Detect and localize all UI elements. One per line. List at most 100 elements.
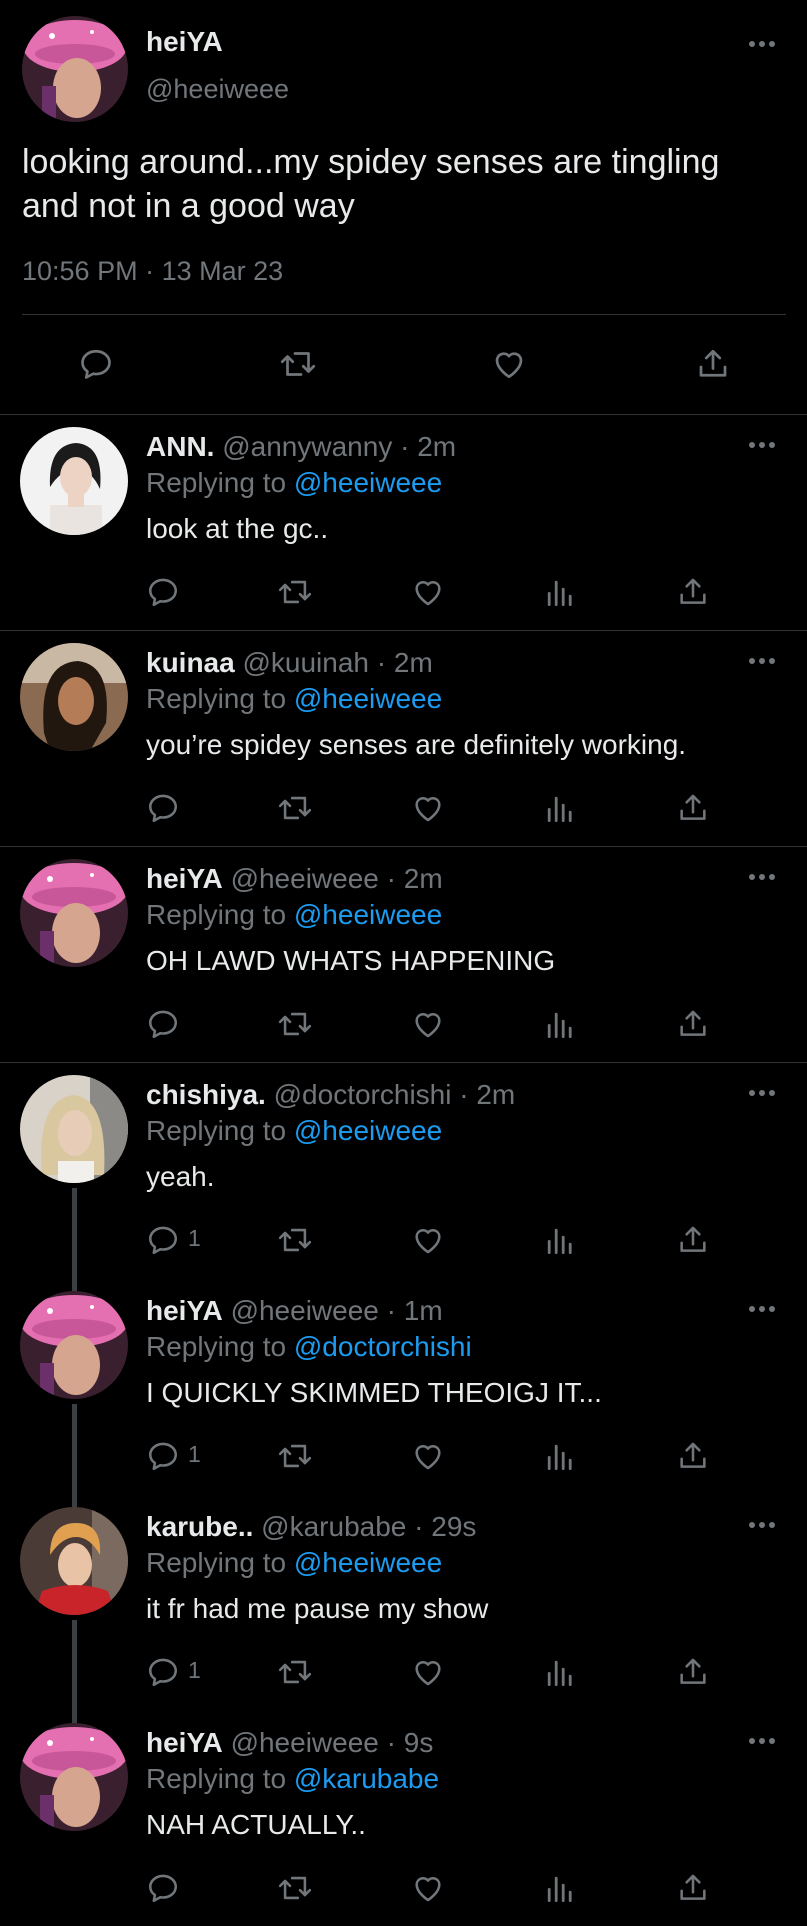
separator: · [386,1727,396,1758]
retweet-icon[interactable] [276,1007,314,1041]
reply-icon[interactable] [146,791,180,825]
like-icon[interactable] [410,1223,446,1257]
reply-tweet[interactable]: chishiya. @doctorchishi · 2m Replying to… [0,1063,807,1308]
avatar[interactable] [20,1291,128,1399]
author-handle[interactable]: @heeiweee [231,1727,379,1758]
like-icon[interactable] [410,1439,446,1473]
more-icon[interactable] [748,1521,776,1529]
share-icon[interactable] [676,1439,710,1473]
mention-link[interactable]: @heeiweee [294,683,442,714]
more-icon[interactable] [748,441,776,449]
author-name[interactable]: heiYA [146,1295,223,1326]
author-handle[interactable]: @doctorchishi [274,1079,452,1110]
reply-icon[interactable] [146,1439,180,1473]
avatar[interactable] [22,16,128,122]
analytics-icon[interactable] [545,791,573,825]
replying-to: Replying to @heeiweee [146,467,442,499]
reply-icon[interactable] [146,575,180,609]
tweet-timestamp: 10:56 PM · 13 Mar 23 [22,256,283,287]
reply-tweet[interactable]: kuinaa @kuuinah · 2m Replying to @heeiwe… [0,631,807,847]
replying-label: Replying to [146,899,294,930]
tweet-date: 13 Mar 23 [161,256,284,286]
analytics-icon[interactable] [545,1439,573,1473]
more-icon[interactable] [748,873,776,881]
share-icon[interactable] [676,1655,710,1689]
author-name[interactable]: heiYA [146,863,223,894]
retweet-icon[interactable] [276,791,314,825]
reply-text: it fr had me pause my show [146,1593,489,1624]
share-icon[interactable] [676,1007,710,1041]
retweet-icon[interactable] [276,1223,314,1257]
avatar[interactable] [20,1507,128,1615]
avatar[interactable] [20,1723,128,1831]
mention-link[interactable]: @heeiweee [294,467,442,498]
share-icon[interactable] [676,1871,710,1905]
retweet-icon[interactable] [276,1439,314,1473]
author-name[interactable]: heiYA [146,1727,223,1758]
share-icon[interactable] [676,575,710,609]
avatar[interactable] [20,427,128,535]
reply-tweet[interactable]: heiYA @heeiweee · 2m Replying to @heeiwe… [0,847,807,1063]
share-icon[interactable] [676,1223,710,1257]
more-icon[interactable] [748,1737,776,1745]
reply-meta: heiYA @heeiweee · 2m [146,863,443,895]
author-name[interactable]: ANN. [146,431,214,462]
reply-text: yeah. [146,1161,215,1192]
author-handle[interactable]: @annywanny [222,431,392,462]
reply-time: 1m [403,1295,443,1326]
replying-label: Replying to [146,1763,294,1794]
analytics-icon[interactable] [545,1223,573,1257]
reply-icon[interactable] [146,1223,180,1257]
reply-icon[interactable] [146,1871,180,1905]
avatar[interactable] [20,1075,128,1183]
mention-link[interactable]: @doctorchishi [294,1331,472,1362]
author-name[interactable]: kuinaa [146,647,235,678]
author-handle[interactable]: @heeiweee [146,74,289,105]
author-handle[interactable]: @karubabe [261,1511,406,1542]
reply-text: NAH ACTUALLY.. [146,1809,366,1840]
author-handle[interactable]: @kuuinah [242,647,369,678]
author-name[interactable]: chishiya. [146,1079,266,1110]
more-icon[interactable] [748,1305,776,1313]
retweet-icon[interactable] [276,575,314,609]
reply-tweet[interactable]: heiYA @heeiweee · 1m Replying to @doctor… [0,1279,807,1524]
author-handle[interactable]: @heeiweee [231,1295,379,1326]
reply-icon[interactable] [78,346,114,382]
like-icon[interactable] [410,791,446,825]
author-name[interactable]: heiYA [146,26,223,58]
reply-meta: kuinaa @kuuinah · 2m [146,647,433,679]
like-icon[interactable] [410,575,446,609]
author-handle[interactable]: @heeiweee [231,863,379,894]
analytics-icon[interactable] [545,1871,573,1905]
share-icon[interactable] [676,791,710,825]
like-icon[interactable] [410,1655,446,1689]
mention-link[interactable]: @heeiweee [294,1115,442,1146]
mention-link[interactable]: @heeiweee [294,1547,442,1578]
reply-tweet[interactable]: ANN. @annywanny · 2m Replying to @heeiwe… [0,415,807,631]
avatar[interactable] [20,859,128,967]
more-icon[interactable] [748,40,776,48]
retweet-icon[interactable] [276,1871,314,1905]
retweet-icon[interactable] [276,1655,314,1689]
more-icon[interactable] [748,657,776,665]
analytics-icon[interactable] [545,575,573,609]
share-icon[interactable] [695,346,731,382]
like-icon[interactable] [410,1007,446,1041]
like-icon[interactable] [410,1871,446,1905]
analytics-icon[interactable] [545,1655,573,1689]
retweet-icon[interactable] [278,346,318,382]
mention-link[interactable]: @heeiweee [294,899,442,930]
main-tweet: heiYA @heeiweee looking around...my spid… [0,0,807,415]
analytics-icon[interactable] [545,1007,573,1041]
reply-icon[interactable] [146,1655,180,1689]
reply-tweet[interactable]: karube.. @karubabe · 29s Replying to @he… [0,1495,807,1740]
mention-link[interactable]: @karubabe [294,1763,439,1794]
like-icon[interactable] [490,346,528,382]
avatar[interactable] [20,643,128,751]
reply-meta: karube.. @karubabe · 29s [146,1511,476,1543]
more-icon[interactable] [748,1089,776,1097]
reply-tweet[interactable]: heiYA @heeiweee · 9s Replying to @karuba… [0,1711,807,1926]
reply-time: 2m [393,647,433,678]
author-name[interactable]: karube.. [146,1511,253,1542]
reply-icon[interactable] [146,1007,180,1041]
